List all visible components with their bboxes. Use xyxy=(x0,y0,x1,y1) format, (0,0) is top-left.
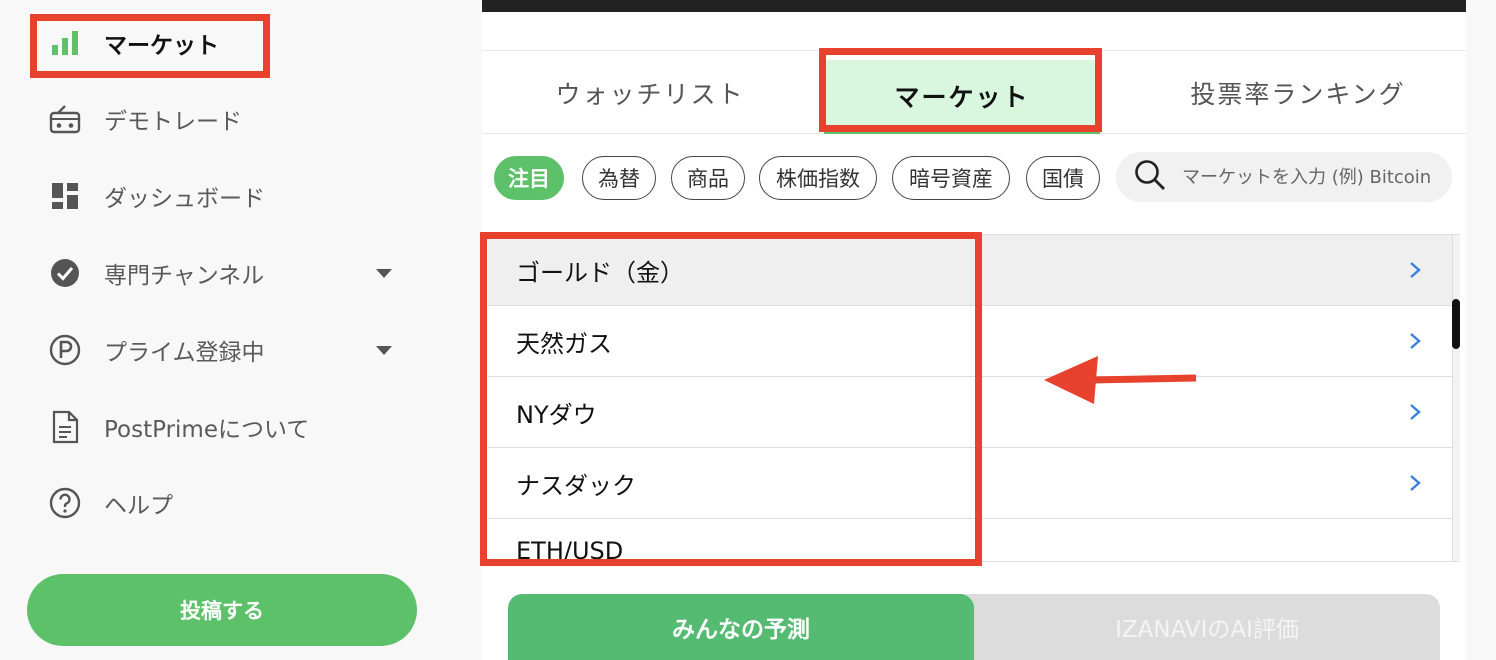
sidebar-item-label: ダッシュボード xyxy=(104,186,265,212)
market-name: ゴールド（金） xyxy=(516,258,684,287)
sidebar-item-prime[interactable]: プライム登録中 xyxy=(48,330,265,370)
top-bar xyxy=(482,0,1466,12)
help-icon xyxy=(48,486,82,520)
radio-icon xyxy=(48,102,82,136)
sidebar-item-label: 専門チャンネル xyxy=(104,263,265,289)
p-circle-icon xyxy=(48,333,82,367)
market-list: ゴールド（金） 天然ガス NYダウ ナスダック ETH/USD xyxy=(488,234,1460,562)
sidebar-item-label: マーケット xyxy=(104,33,219,59)
document-icon xyxy=(48,410,82,444)
scrollbar[interactable] xyxy=(1452,235,1460,561)
annotation-arrow-icon xyxy=(1044,356,1197,404)
chevron-right-icon xyxy=(1410,475,1421,491)
market-panel: ウォッチリスト マーケット 投票率ランキング 注目 為替 商品 株価指数 暗号資… xyxy=(482,0,1466,660)
chip-stock-index[interactable]: 株価指数 xyxy=(759,156,877,200)
search-box[interactable] xyxy=(1116,152,1452,202)
chevron-down-icon[interactable] xyxy=(376,269,392,278)
sidebar-item-demo-trade[interactable]: デモトレード xyxy=(48,99,242,139)
chip-featured[interactable]: 注目 xyxy=(494,156,564,200)
market-name: 天然ガス xyxy=(516,329,612,358)
chevron-right-icon xyxy=(1410,262,1421,278)
sidebar-item-label: プライム登録中 xyxy=(104,340,265,366)
post-button[interactable]: 投稿する xyxy=(27,574,417,646)
market-name: ETH/USD xyxy=(516,537,624,562)
sidebar-item-channels[interactable]: 専門チャンネル xyxy=(48,253,264,293)
market-name: ナスダック xyxy=(516,471,636,500)
list-item[interactable]: 天然ガス xyxy=(488,306,1454,377)
sidebar: マーケット デモトレード ダッシュボード 専門チャンネル プライム登録中 Pos… xyxy=(0,0,460,660)
dashboard-icon xyxy=(48,179,82,213)
search-input[interactable] xyxy=(1182,166,1452,188)
tab-watchlist[interactable]: ウォッチリスト xyxy=(482,52,818,134)
list-item[interactable]: ETH/USD xyxy=(488,519,1454,562)
list-item[interactable]: ナスダック xyxy=(488,448,1454,519)
sidebar-item-market[interactable]: マーケット xyxy=(48,23,219,63)
tab-everyone-prediction[interactable]: みんなの予測 xyxy=(508,594,974,660)
list-item[interactable]: NYダウ xyxy=(488,377,1454,448)
divider xyxy=(482,50,1466,51)
sidebar-item-about[interactable]: PostPrimeについて xyxy=(48,407,309,447)
search-icon xyxy=(1134,159,1166,195)
chevron-right-icon xyxy=(1410,404,1421,420)
chip-crypto[interactable]: 暗号資産 xyxy=(892,156,1010,200)
chevron-right-icon xyxy=(1410,333,1421,349)
tab-market[interactable]: マーケット xyxy=(824,60,1100,134)
chevron-down-icon[interactable] xyxy=(376,346,392,355)
sidebar-item-dashboard[interactable]: ダッシュボード xyxy=(48,176,265,216)
list-item[interactable]: ゴールド（金） xyxy=(488,235,1454,306)
sidebar-item-label: デモトレード xyxy=(104,109,242,135)
check-circle-icon xyxy=(48,256,82,290)
sidebar-item-label: PostPrimeについて xyxy=(104,417,310,443)
tab-vote-ranking[interactable]: 投票率ランキング xyxy=(1130,52,1466,134)
chip-commodities[interactable]: 商品 xyxy=(671,156,745,200)
chip-bonds[interactable]: 国債 xyxy=(1026,156,1100,200)
scrollbar-thumb[interactable] xyxy=(1452,299,1460,349)
tab-bar: ウォッチリスト マーケット 投票率ランキング xyxy=(482,52,1466,134)
prediction-tabs: みんなの予測 IZANAVIのAI評価 xyxy=(508,594,1440,660)
market-name: NYダウ xyxy=(516,400,597,429)
chip-forex[interactable]: 為替 xyxy=(582,156,656,200)
tab-ai-rating[interactable]: IZANAVIのAI評価 xyxy=(974,594,1440,660)
bar-chart-icon xyxy=(48,26,82,60)
sidebar-item-label: ヘルプ xyxy=(104,493,173,519)
sidebar-item-help[interactable]: ヘルプ xyxy=(48,483,173,523)
